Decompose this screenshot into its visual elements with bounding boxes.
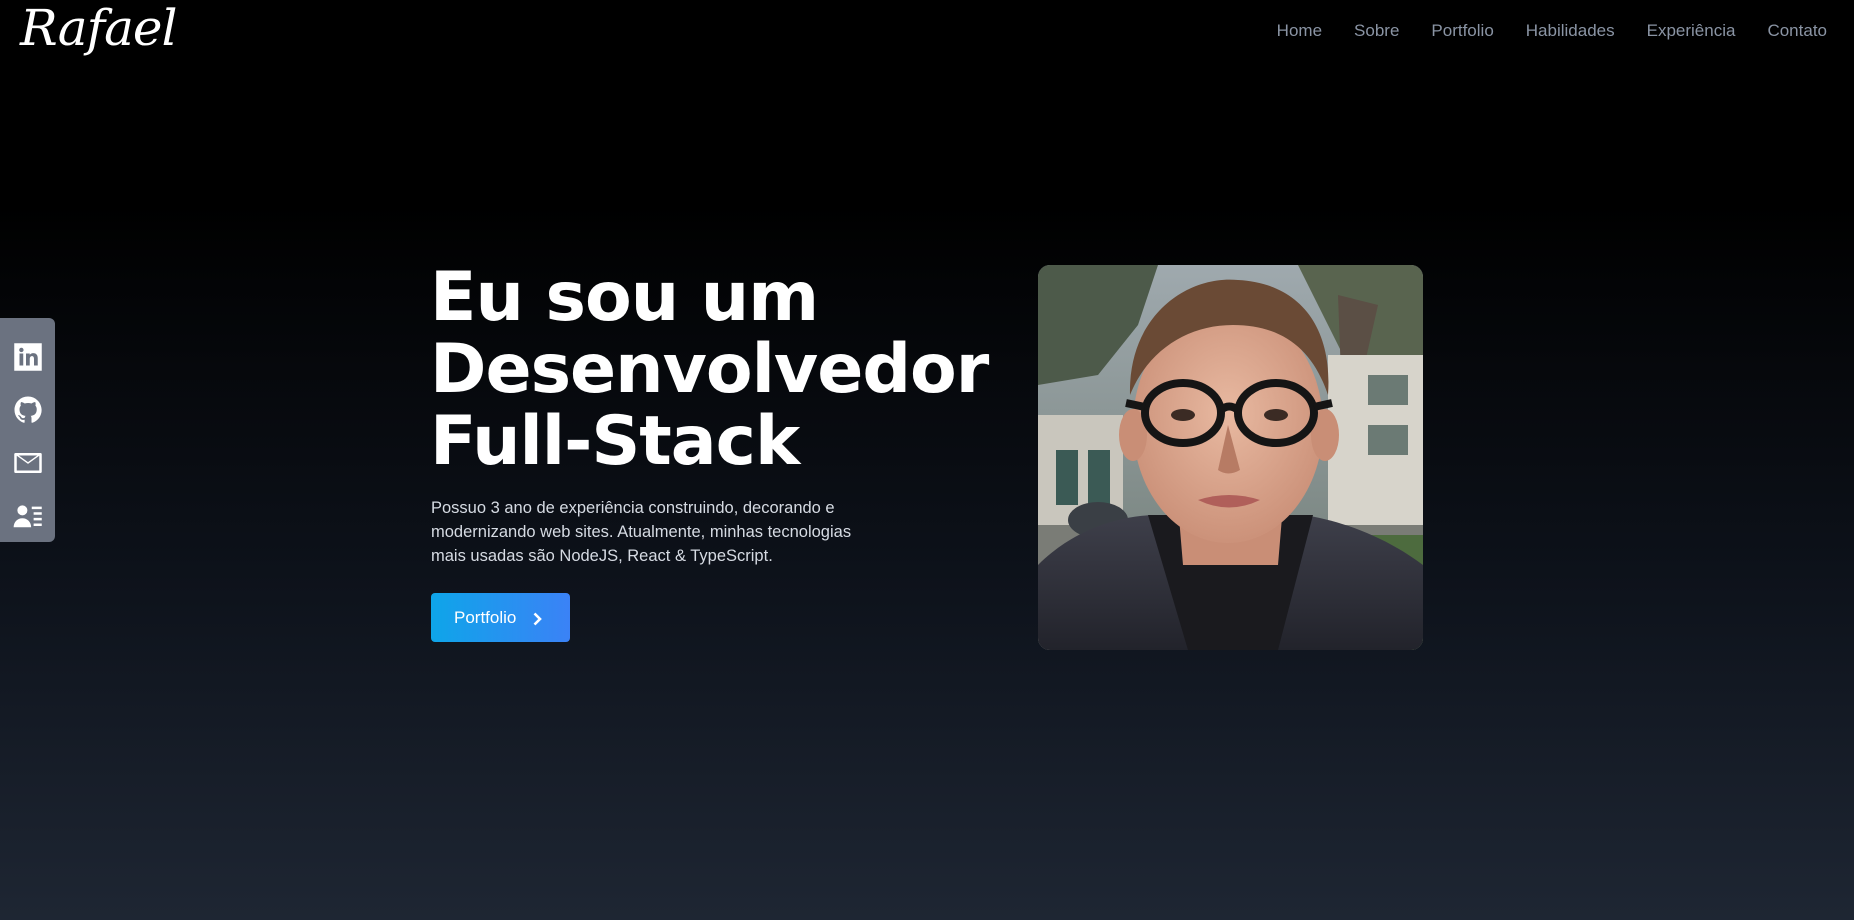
linkedin-link[interactable] [0,330,55,383]
linkedin-icon [13,342,42,371]
github-icon [14,396,42,423]
portfolio-button-label: Portfolio [454,607,517,627]
resume-link[interactable] [0,489,55,542]
main-nav: Home Sobre Portfolio Habilidades Experiê… [1245,20,1827,42]
nav-link-portfolio[interactable]: Portfolio [1431,20,1493,42]
site-logo[interactable]: Rafael [20,0,177,60]
email-link[interactable] [0,436,55,489]
social-sidebar [0,318,55,542]
resume-icon [13,504,42,527]
nav-link-contato[interactable]: Contato [1767,20,1827,42]
hero-title-line-3: Full-Stack [430,402,800,481]
hero-title-line-1: Eu sou um [430,258,819,337]
nav-link-experiencia[interactable]: Experiência [1647,20,1736,42]
hero-title-line-2: Desenvolvedor [430,330,989,409]
site-header: Rafael Home Sobre Portfolio Habilidades … [0,0,1854,64]
hero-description: Possuo 3 ano de experiência construindo,… [431,499,852,565]
profile-photo [1038,265,1423,650]
portfolio-button[interactable]: Portfolio [431,593,570,642]
nav-link-home[interactable]: Home [1277,20,1322,42]
mail-icon [13,452,42,473]
github-link[interactable] [0,383,55,436]
nav-link-sobre[interactable]: Sobre [1354,20,1399,42]
hero-title: Eu sou um Desenvolvedor Full-Stack [430,262,990,478]
chevron-right-icon [530,611,544,625]
nav-link-habilidades[interactable]: Habilidades [1526,20,1615,42]
